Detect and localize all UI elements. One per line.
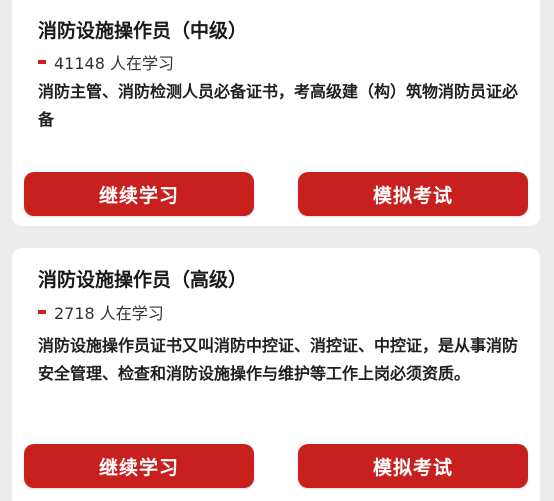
continue-learning-button[interactable]: 继续学习 xyxy=(24,444,254,488)
learner-count-text: 41148 人在学习 xyxy=(54,54,174,73)
course-title: 消防设施操作员（高级） xyxy=(38,269,248,291)
mock-exam-button[interactable]: 模拟考试 xyxy=(298,444,528,488)
course-description: 消防设施操作员证书又叫消防中控证、消控证、中控证，是从事消防安全管理、检查和消防… xyxy=(38,336,519,383)
course-description: 消防主管、消防检测人员必备证书，考高级建（构）筑物消防员证必备 xyxy=(38,82,519,129)
continue-learning-button[interactable]: 继续学习 xyxy=(24,172,254,216)
bullet-icon xyxy=(38,60,46,64)
learner-count: 2718 人在学习 xyxy=(38,300,164,324)
bullet-icon xyxy=(38,310,46,314)
course-title: 消防设施操作员（中级） xyxy=(38,20,248,42)
learner-count: 41148 人在学习 xyxy=(38,50,174,74)
course-card-intermediate: 消防设施操作员（中级） 41148 人在学习 消防主管、消防检测人员必备证书，考… xyxy=(12,0,540,226)
course-card-advanced: 消防设施操作员（高级） 2718 人在学习 消防设施操作员证书又叫消防中控证、消… xyxy=(12,248,540,501)
mock-exam-button[interactable]: 模拟考试 xyxy=(298,172,528,216)
learner-count-text: 2718 人在学习 xyxy=(54,304,164,323)
